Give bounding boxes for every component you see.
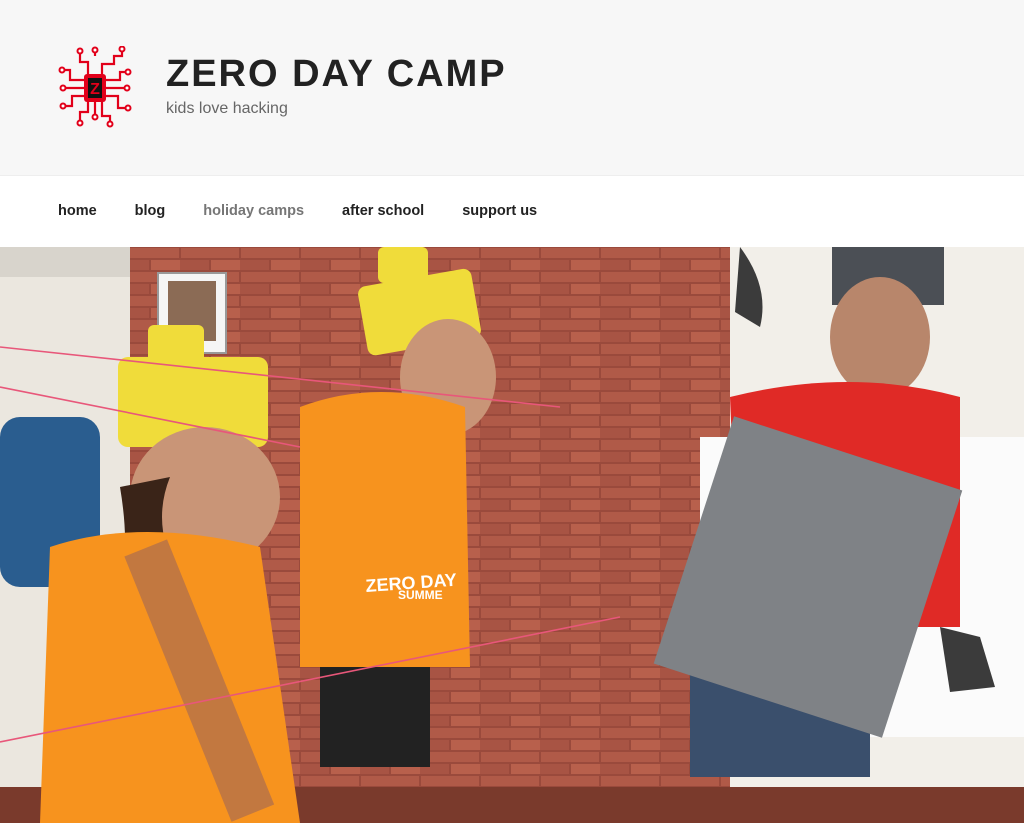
branding: ZERO DAY CAMP kids love hacking	[166, 52, 507, 118]
site-header: Z ZERO DAY CAMP kids love hacking	[0, 0, 1024, 176]
nav-item-after-school[interactable]: after school	[342, 203, 424, 219]
site-title[interactable]: ZERO DAY CAMP	[166, 52, 507, 96]
site-description: kids love hacking	[166, 100, 288, 117]
nav-item-support-us[interactable]: support us	[462, 203, 537, 219]
nav-item-home[interactable]: home	[58, 203, 97, 219]
shirt-text-2: SUMME	[398, 588, 443, 602]
main-navigation: home blog holiday camps after school sup…	[0, 176, 1024, 246]
logo-letter: Z	[90, 81, 100, 98]
hero-photo-illustration: ZERO DAY SUMME	[0, 247, 1024, 823]
nav-item-blog[interactable]: blog	[135, 203, 166, 219]
hero-image: ZERO DAY SUMME	[0, 247, 1024, 823]
nav-item-holiday-camps[interactable]: holiday camps	[203, 203, 304, 219]
circuit-chip-logo-icon: Z	[58, 46, 132, 128]
